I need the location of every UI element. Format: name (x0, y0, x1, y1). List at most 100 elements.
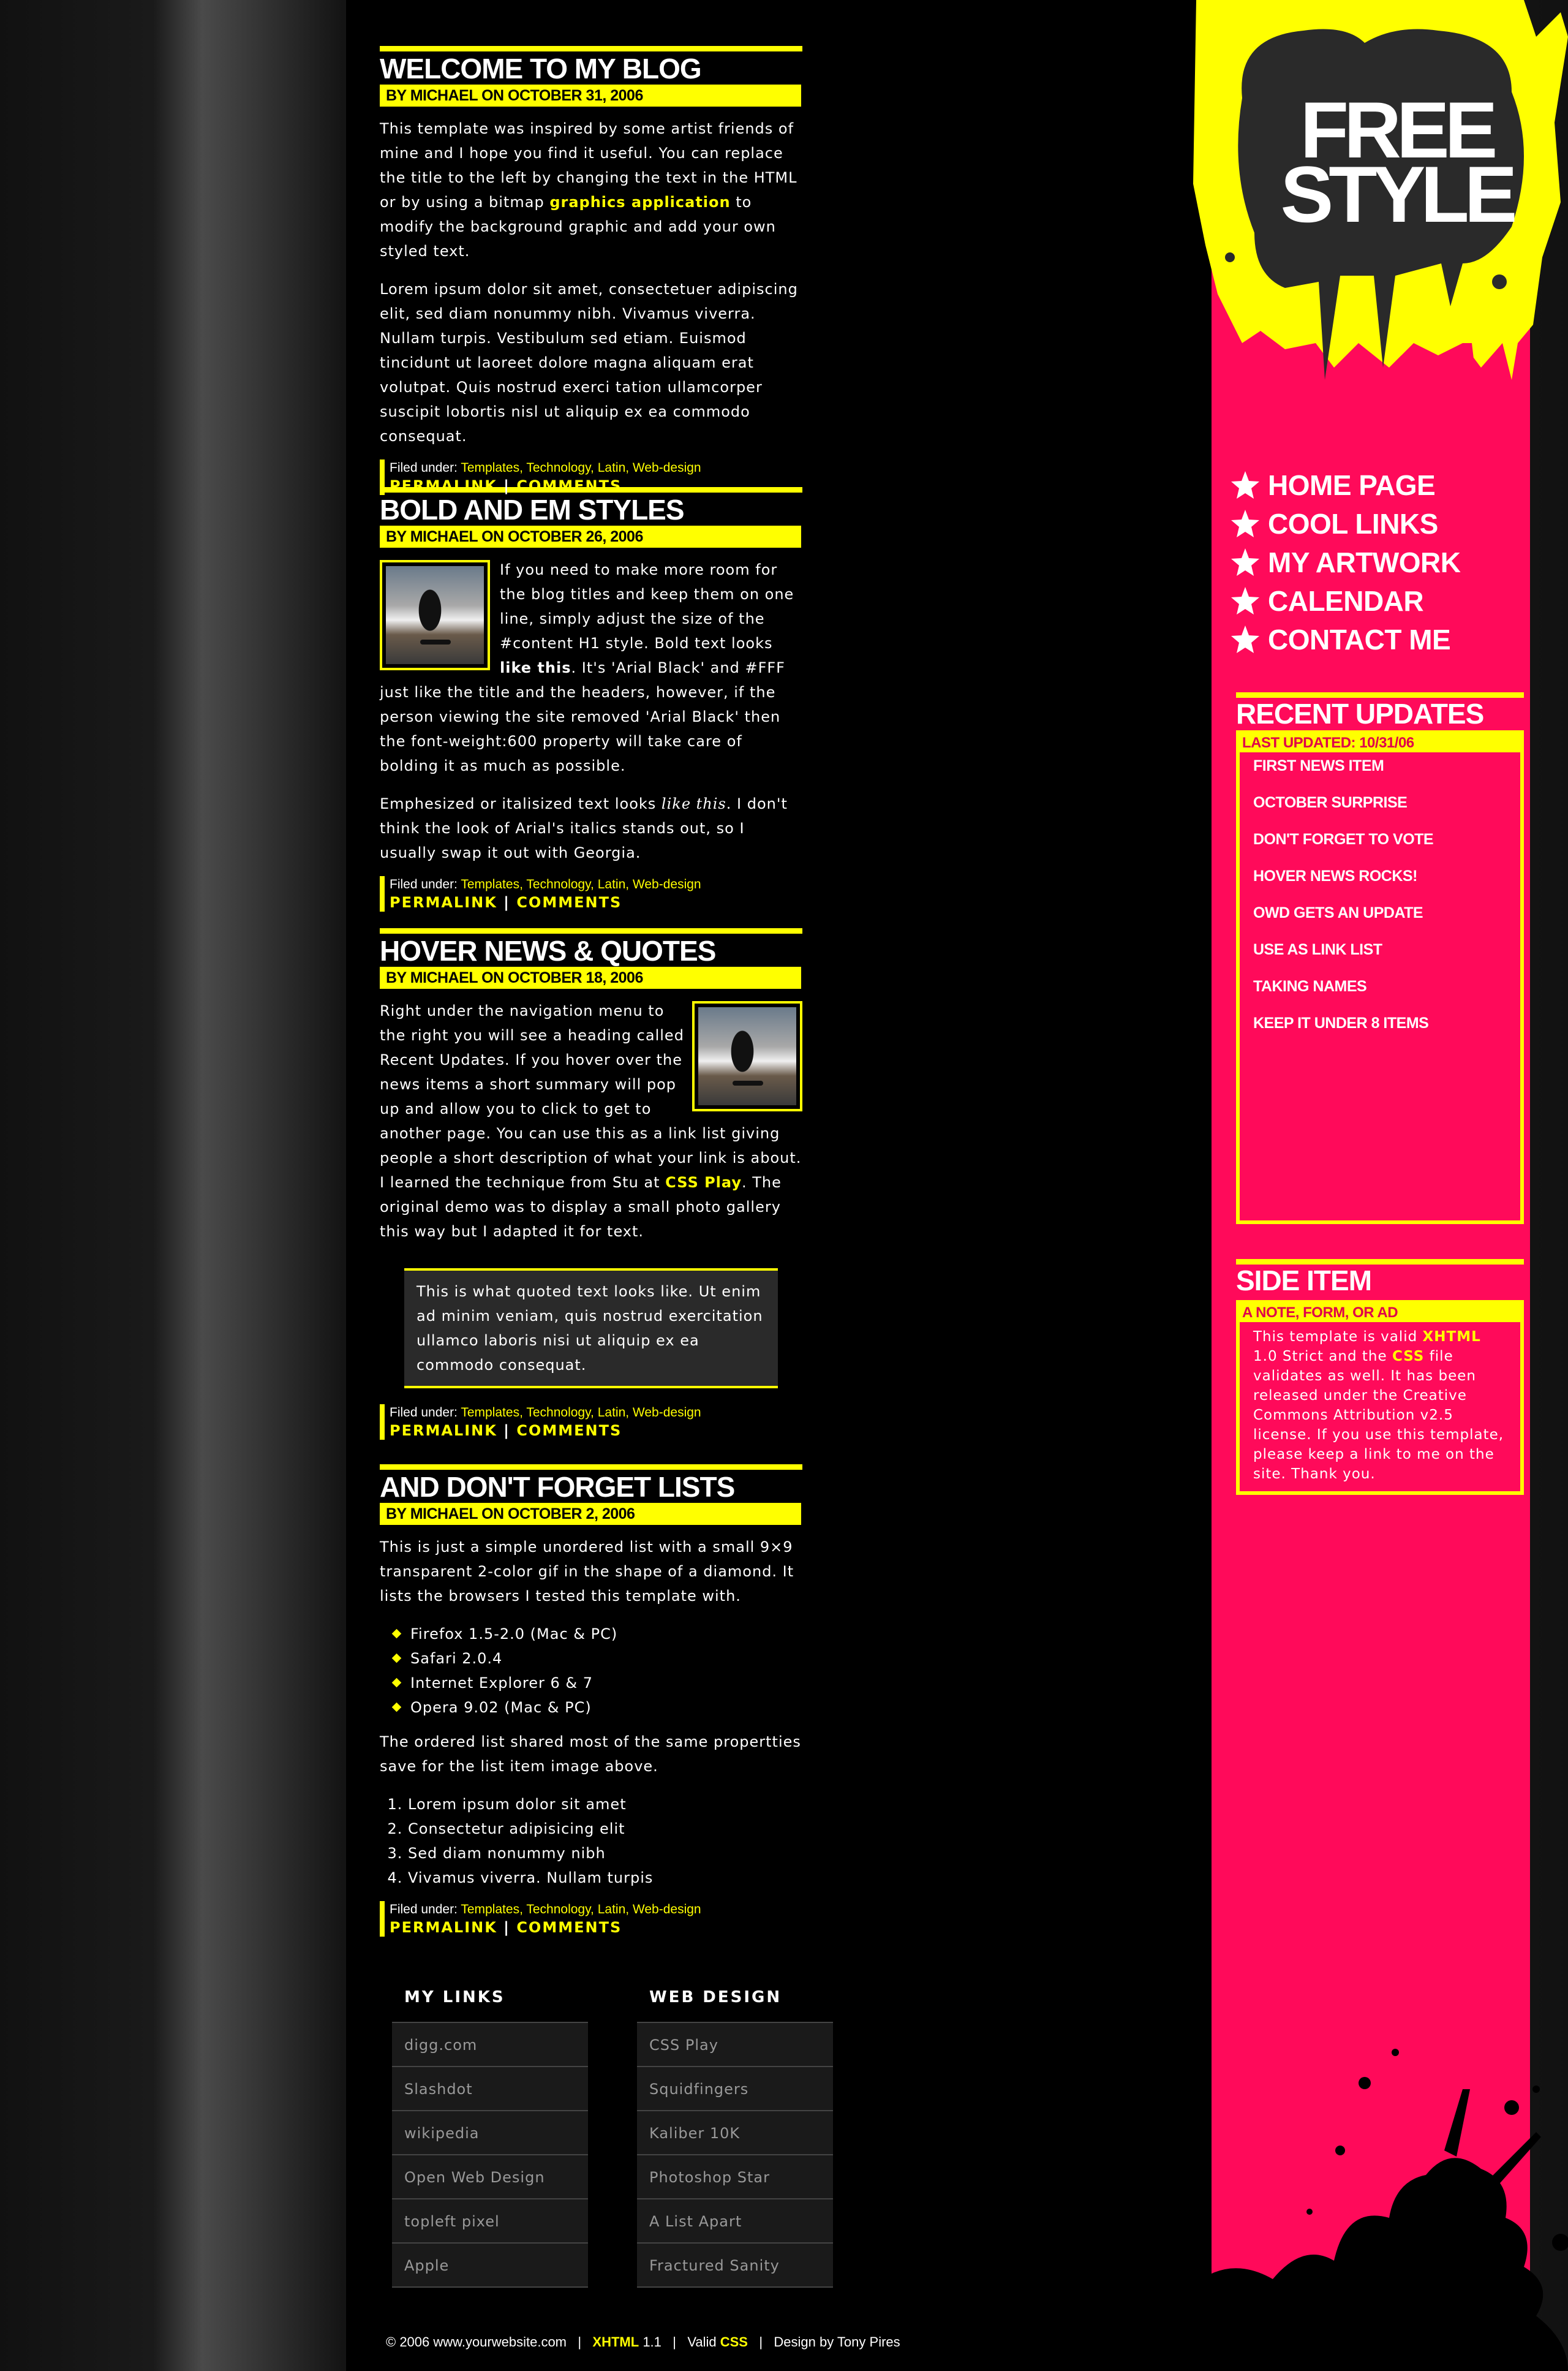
skater-photo (380, 560, 490, 670)
footer-link[interactable]: Kaliber 10K (637, 2111, 833, 2155)
nav-label: CALENDAR (1268, 584, 1424, 617)
news-item[interactable]: HOVER NEWS ROCKS! (1253, 863, 1520, 899)
post-footer: Filed under: Templates, Technology, Lati… (380, 1901, 802, 1937)
news-item[interactable]: KEEP IT UNDER 8 ITEMS (1253, 1010, 1520, 1046)
italic-example: like this (661, 795, 726, 812)
star-icon (1231, 625, 1259, 653)
footer-link[interactable]: topleft pixel (392, 2199, 588, 2244)
post: AND DON'T FORGET LISTS BY MICHAEL ON OCT… (380, 1464, 802, 1937)
side-item-heading: SIDE ITEM (1236, 1259, 1524, 1296)
recent-updates-heading: RECENT UPDATES (1236, 692, 1524, 730)
css-link[interactable]: CSS (1392, 1348, 1424, 1364)
ordered-list: Lorem ipsum dolor sit amet Consectetur a… (408, 1792, 802, 1890)
list-item: Vivamus viverra. Nullam turpis (408, 1866, 802, 1890)
post-paragraph: Lorem ipsum dolor sit amet, consectetuer… (380, 281, 798, 445)
news-item[interactable]: OWD GETS AN UPDATE (1253, 899, 1520, 936)
post-title[interactable]: HOVER NEWS & QUOTES (380, 928, 802, 967)
copyright: © 2006 www.yourwebsite.com (386, 2334, 567, 2350)
post-meta: BY MICHAEL ON OCTOBER 26, 2006 (380, 526, 801, 548)
css-validator-link[interactable]: CSS (720, 2334, 748, 2350)
xhtml-link[interactable]: XHTML (1423, 1329, 1481, 1345)
post-title[interactable]: AND DON'T FORGET LISTS (380, 1464, 802, 1503)
post-paragraph: Emphesized or italisized text looks like… (380, 792, 802, 865)
list-item: Internet Explorer 6 & 7 (392, 1671, 802, 1695)
news-item[interactable]: TAKING NAMES (1253, 973, 1520, 1010)
unordered-list: Firefox 1.5-2.0 (Mac & PC) Safari 2.0.4 … (392, 1622, 802, 1720)
comments-link[interactable]: COMMENTS (516, 894, 622, 911)
separator: | (578, 2334, 582, 2350)
footer-link[interactable]: wikipedia (392, 2111, 588, 2155)
news-item[interactable]: FIRST NEWS ITEM (1253, 752, 1520, 789)
footer-link[interactable]: Squidfingers (637, 2067, 833, 2111)
news-item[interactable]: DON'T FORGET TO VOTE (1253, 826, 1520, 863)
separator: | (497, 894, 517, 911)
footer-link[interactable]: Fractured Sanity (637, 2244, 833, 2288)
comments-link[interactable]: COMMENTS (516, 477, 622, 494)
my-links-column: MY LINKS digg.com Slashdot wikipedia Ope… (392, 1988, 588, 2288)
filed-label: Filed under: (390, 1902, 461, 1916)
nav-item-calendar[interactable]: CALENDAR (1230, 581, 1460, 620)
post-paragraph: This template was inspired by some artis… (380, 116, 802, 263)
nav-item-contact-me[interactable]: CONTACT ME (1230, 620, 1460, 659)
my-links-list: digg.com Slashdot wikipedia Open Web Des… (392, 2022, 588, 2288)
graphics-application-link[interactable]: graphics application (549, 194, 730, 211)
separator: | (759, 2334, 763, 2350)
permalink-link[interactable]: PERMALINK (390, 1919, 497, 1936)
post-title[interactable]: WELCOME TO MY BLOG (380, 46, 802, 85)
category-links[interactable]: Templates, Technology, Latin, Web-design (461, 877, 701, 891)
recent-updates-box: LAST UPDATED: 10/31/06 FIRST NEWS ITEM O… (1236, 730, 1524, 1224)
star-icon (1231, 548, 1259, 576)
post-meta: BY MICHAEL ON OCTOBER 2, 2006 (380, 1503, 801, 1525)
post-footer: Filed under: Templates, Technology, Lati… (380, 1404, 802, 1440)
blockquote: This is what quoted text looks like. Ut … (404, 1268, 778, 1388)
post-paragraph: The ordered list shared most of the same… (380, 1733, 801, 1775)
text: If you need to make more room for the bl… (500, 561, 794, 652)
separator: | (497, 1919, 517, 1936)
permalink-link[interactable]: PERMALINK (390, 894, 497, 911)
list-item: Opera 9.02 (Mac & PC) (392, 1695, 802, 1720)
category-links[interactable]: Templates, Technology, Latin, Web-design (461, 1405, 701, 1420)
filed-label: Filed under: (390, 877, 461, 891)
footer-link[interactable]: digg.com (392, 2023, 588, 2067)
comments-link[interactable]: COMMENTS (516, 1919, 622, 1936)
skater-photo (692, 1001, 802, 1111)
web-design-heading: WEB DESIGN (649, 1988, 782, 2006)
category-links[interactable]: Templates, Technology, Latin, Web-design (461, 1902, 701, 1916)
post-links: PERMALINK | COMMENTS (390, 893, 802, 912)
text: Emphesized or italisized text looks (380, 795, 662, 812)
post-links: PERMALINK | COMMENTS (390, 1421, 802, 1440)
nav-item-cool-links[interactable]: COOL LINKS (1230, 504, 1460, 543)
nav-item-my-artwork[interactable]: MY ARTWORK (1230, 543, 1461, 581)
category-links[interactable]: Templates, Technology, Latin, Web-design (461, 461, 701, 475)
footer-link[interactable]: Apple (392, 2244, 588, 2288)
ink-splatter-graphic (1193, 2049, 1568, 2371)
css-play-link[interactable]: CSS Play (665, 1174, 742, 1191)
site-logo[interactable]: FREE STYLE (1268, 90, 1525, 234)
footer-link[interactable]: A List Apart (637, 2199, 833, 2244)
xhtml-validator-link[interactable]: XHTML (592, 2334, 639, 2350)
photo-image (386, 566, 484, 664)
permalink-link[interactable]: PERMALINK (390, 1422, 497, 1439)
news-item[interactable]: OCTOBER SURPRISE (1253, 789, 1520, 826)
nav-label: CONTACT ME (1268, 623, 1451, 656)
nav-item-home[interactable]: HOME PAGE (1230, 466, 1460, 504)
footer-link[interactable]: Open Web Design (392, 2155, 588, 2199)
permalink-link[interactable]: PERMALINK (390, 477, 497, 494)
xhtml-version: 1.1 (643, 2334, 662, 2350)
comments-link[interactable]: COMMENTS (516, 1422, 622, 1439)
filed-under: Filed under: Templates, Technology, Lati… (390, 1901, 802, 1918)
page-wrapper: WELCOME TO MY BLOG BY MICHAEL ON OCTOBER… (346, 0, 1568, 2371)
post-links: PERMALINK | COMMENTS (390, 1918, 802, 1937)
list-item: Lorem ipsum dolor sit amet (408, 1792, 802, 1817)
footer-link[interactable]: CSS Play (637, 2023, 833, 2067)
news-item[interactable]: USE AS LINK LIST (1253, 936, 1520, 973)
footer-link[interactable]: Slashdot (392, 2067, 588, 2111)
footer-link[interactable]: Photoshop Star (637, 2155, 833, 2199)
list-item: Sed diam nonummy nibh (408, 1841, 802, 1866)
side-item-subtitle: A NOTE, FORM, OR AD (1240, 1304, 1520, 1322)
main-content: WELCOME TO MY BLOG BY MICHAEL ON OCTOBER… (380, 46, 802, 1937)
post-meta: BY MICHAEL ON OCTOBER 31, 2006 (380, 85, 801, 107)
valid-label: Valid (687, 2334, 717, 2350)
filed-under: Filed under: Templates, Technology, Lati… (390, 876, 802, 893)
post-paragraph: This is just a simple unordered list wit… (380, 1538, 794, 1605)
